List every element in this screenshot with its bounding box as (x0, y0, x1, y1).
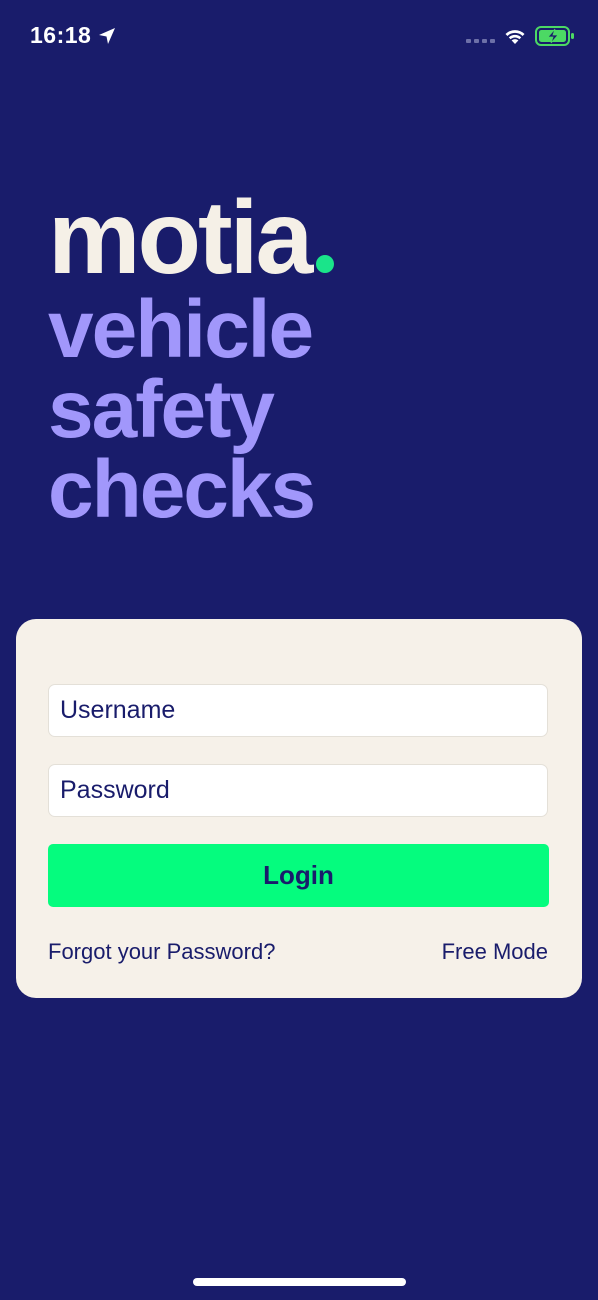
location-arrow-icon (99, 28, 115, 44)
username-field[interactable] (48, 684, 548, 737)
tagline-line: vehicle (48, 284, 314, 375)
forgot-password-link[interactable]: Forgot your Password? (48, 939, 275, 965)
tagline: vehicle safety checks (48, 284, 548, 535)
login-button[interactable]: Login (48, 844, 549, 907)
login-card: Login Forgot your Password? Free Mode (16, 619, 582, 998)
battery-charging-icon (535, 26, 574, 46)
tagline-line: safety (48, 364, 275, 455)
logo-text: motia (48, 180, 313, 296)
free-mode-link[interactable]: Free Mode (442, 939, 548, 965)
logo-dot (316, 255, 335, 273)
wifi-icon (505, 30, 525, 44)
status-time: 16:18 (30, 22, 92, 48)
tagline-line: checks (48, 444, 316, 535)
motia-logo: motia (48, 186, 335, 290)
home-indicator[interactable] (193, 1278, 406, 1286)
password-field[interactable] (48, 764, 548, 817)
brand-logo-block: motia (48, 186, 335, 290)
cellular-signal-icon (466, 39, 495, 43)
status-bar: 16:18 (0, 0, 598, 75)
